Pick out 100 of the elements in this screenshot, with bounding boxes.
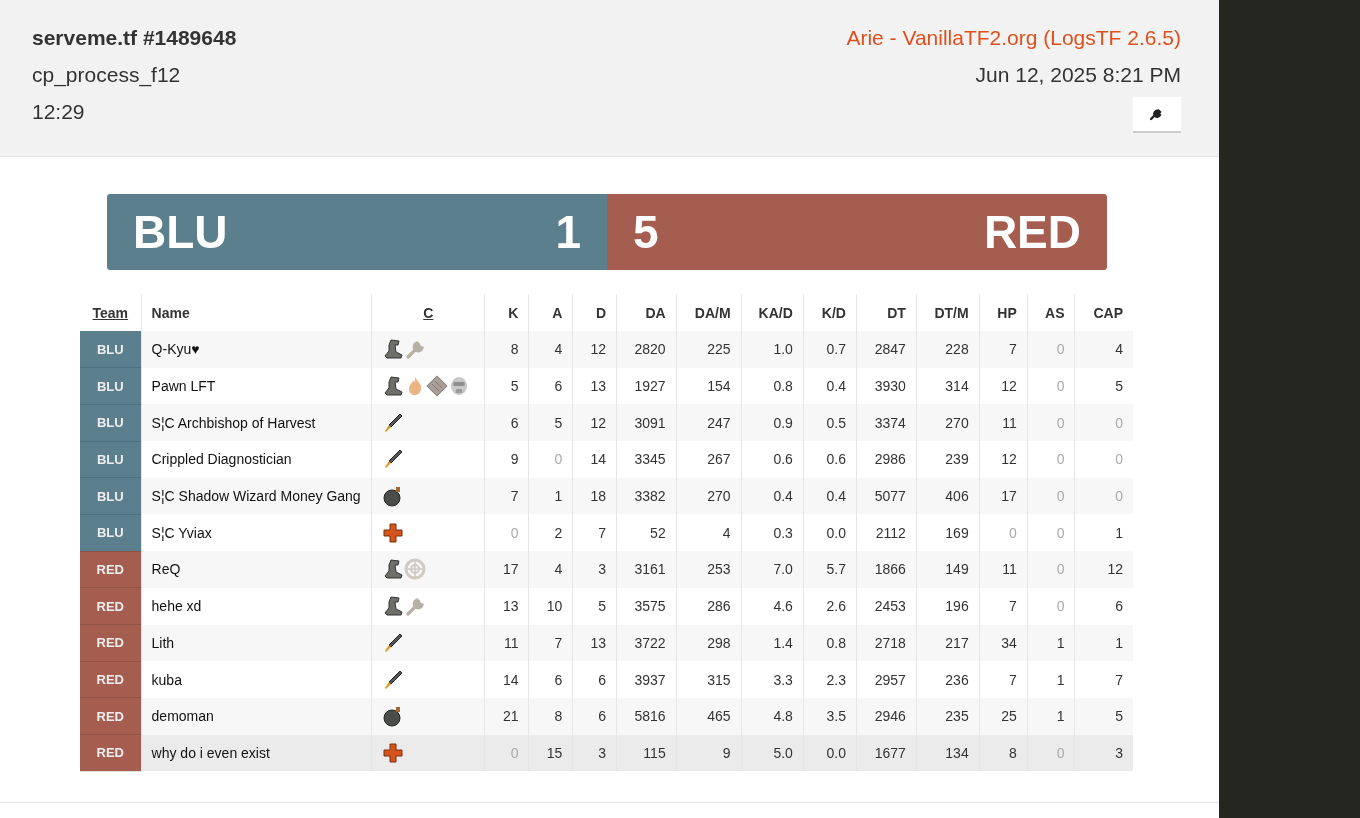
- stat-cell: 3: [572, 734, 617, 772]
- stat-cell: 3161: [616, 551, 677, 588]
- stat-cell: 5816: [616, 697, 677, 735]
- stat-cell: 12: [572, 404, 617, 442]
- rocket-icon: [382, 411, 405, 434]
- stat-cell: 0: [1027, 441, 1075, 478]
- team-name: BLU: [133, 205, 228, 259]
- wrench-icon: [404, 595, 427, 618]
- stat-cell: 2.3: [803, 661, 857, 698]
- stat-cell: 2957: [856, 661, 917, 698]
- player-name[interactable]: ReQ: [141, 551, 372, 588]
- stat-cell: 3: [1074, 734, 1133, 772]
- team-cell: RED: [80, 734, 142, 772]
- stat-cell: 7: [528, 624, 573, 662]
- stat-cell: 1: [1074, 624, 1133, 662]
- stat-cell: 3.5: [803, 697, 857, 735]
- stat-cell: 13: [572, 624, 617, 662]
- stat-cell: 17: [484, 551, 529, 588]
- stat-cell: 3091: [616, 404, 677, 442]
- stat-cell: 4: [1074, 331, 1133, 368]
- stat-cell: 0.7: [803, 331, 857, 368]
- stat-cell: 0.4: [803, 477, 857, 515]
- team-cell: RED: [80, 551, 142, 588]
- stat-cell: 2453: [856, 587, 917, 625]
- stat-cell: 21: [484, 697, 529, 735]
- stat-cell: 12: [572, 331, 617, 368]
- player-name[interactable]: kuba: [141, 661, 372, 698]
- stat-cell: 0.8: [803, 624, 857, 662]
- rocket-icon: [382, 448, 405, 471]
- stat-cell: 3382: [616, 477, 677, 515]
- boot-icon: [382, 558, 405, 581]
- player-name[interactable]: S¦C Shadow Wizard Money Gang: [141, 477, 372, 515]
- stat-cell: 4.8: [741, 697, 804, 735]
- stat-cell: 465: [676, 697, 742, 735]
- player-name[interactable]: Crippled Diagnostician: [141, 441, 372, 478]
- stat-cell: 0: [1074, 477, 1133, 515]
- player-name[interactable]: Lith: [141, 624, 372, 662]
- stat-cell: 6: [572, 697, 617, 735]
- boot-icon: [382, 375, 405, 398]
- stat-cell: 34: [979, 624, 1028, 662]
- stat-cell: 2946: [856, 697, 917, 735]
- match-date: Jun 12, 2025 8:21 PM: [975, 62, 1181, 88]
- stat-cell: 1: [1027, 697, 1075, 735]
- stat-cell: 12: [1074, 551, 1133, 588]
- stat-cell: 1: [1027, 661, 1075, 698]
- cross-icon: [382, 741, 405, 764]
- wrench-button[interactable]: [1133, 97, 1181, 133]
- stat-cell: 267: [676, 441, 742, 478]
- stat-cell: 0: [1074, 404, 1133, 442]
- stat-cell: 9: [484, 441, 529, 478]
- stat-cell: 228: [916, 331, 980, 368]
- stat-cell: 4: [528, 551, 573, 588]
- stat-cell: 0.5: [803, 404, 857, 442]
- player-name[interactable]: demoman: [141, 697, 372, 735]
- team-cell: RED: [80, 697, 142, 735]
- stat-cell: 0.6: [803, 441, 857, 478]
- stat-cell: 0: [1074, 441, 1133, 478]
- stat-cell: 11: [484, 624, 529, 662]
- stat-cell: 10: [528, 587, 573, 625]
- stat-cell: 7: [979, 661, 1028, 698]
- rocket-icon: [382, 668, 405, 691]
- wrench-icon: [1150, 107, 1164, 121]
- stat-cell: 1: [528, 477, 573, 515]
- stat-cell: 17: [979, 477, 1028, 515]
- player-name[interactable]: S¦C Archbishop of Harvest: [141, 404, 372, 442]
- stat-cell: 5077: [856, 477, 917, 515]
- player-name[interactable]: hehe xd: [141, 587, 372, 625]
- team-cell: RED: [80, 624, 142, 662]
- stat-cell: 5: [1074, 697, 1133, 735]
- stat-cell: 7.0: [741, 551, 804, 588]
- stat-cell: 0: [1027, 404, 1075, 442]
- log-title: serveme.tf #1489648: [32, 25, 237, 51]
- stat-cell: 14: [572, 441, 617, 478]
- team-cell: BLU: [80, 514, 142, 552]
- stat-cell: 7: [1074, 661, 1133, 698]
- stat-cell: 270: [916, 404, 980, 442]
- player-name[interactable]: why do i even exist: [141, 734, 372, 772]
- stat-cell: 14: [484, 661, 529, 698]
- stat-cell: 0: [1027, 551, 1075, 588]
- stat-cell: 5: [528, 404, 573, 442]
- stat-cell: 18: [572, 477, 617, 515]
- team-cell: RED: [80, 661, 142, 698]
- source-link[interactable]: Arie - VanillaTF2.org (LogsTF 2.6.5): [846, 24, 1181, 52]
- stat-cell: 149: [916, 551, 980, 588]
- team-cell: BLU: [80, 367, 142, 405]
- column-header[interactable]: Team: [80, 294, 142, 331]
- boot-icon: [382, 338, 405, 361]
- player-name[interactable]: Q-Kyu♥: [141, 331, 372, 368]
- stat-cell: 0: [1027, 734, 1075, 772]
- stat-cell: 3345: [616, 441, 677, 478]
- stat-cell: 0: [1027, 331, 1075, 368]
- stat-cell: 6: [1074, 587, 1133, 625]
- stat-cell: 12: [979, 441, 1028, 478]
- stat-cell: 8: [484, 331, 529, 368]
- stat-cell: 253: [676, 551, 742, 588]
- stat-cell: 3374: [856, 404, 917, 442]
- stat-cell: 0: [1027, 587, 1075, 625]
- stat-cell: 3575: [616, 587, 677, 625]
- team-cell: BLU: [80, 331, 142, 368]
- stat-cell: 286: [676, 587, 742, 625]
